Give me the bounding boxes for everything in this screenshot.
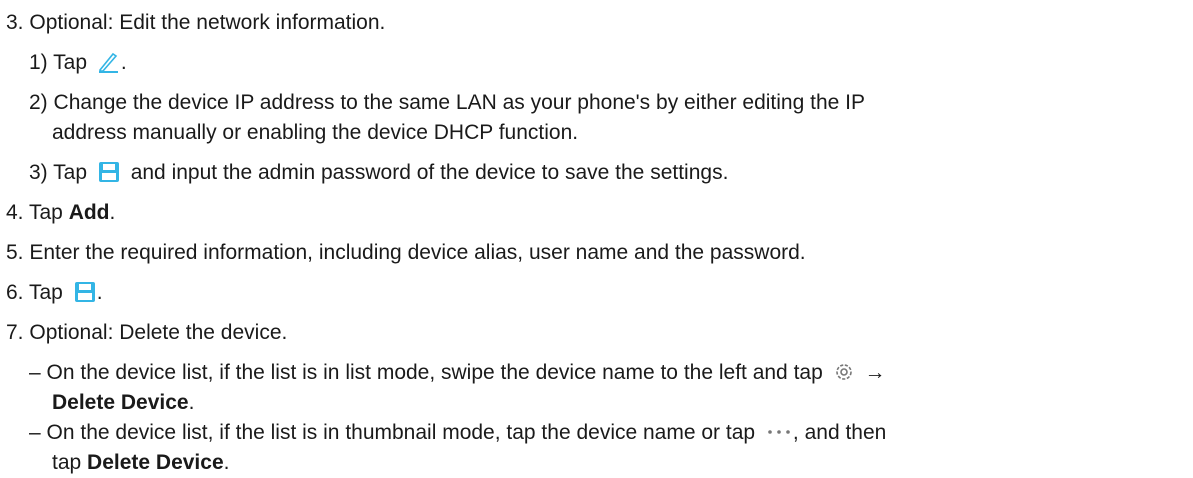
step-7: 7. Optional: Delete the device. [6,319,287,347]
step-text: Tap [28,281,63,304]
save-floppy-icon [73,281,97,311]
delete-device-label: Delete Device [52,391,189,414]
substep-3-3: 3) Tap and input the admin password of t… [29,159,728,187]
step-6: 6. Tap . [6,279,103,307]
substep-text-after: and input the admin password of the devi… [130,161,729,184]
substep-3-1: 1) Tap . [29,49,127,77]
substep-text-line-2: address manually or enabling the device … [52,121,579,144]
add-label: Add [68,201,110,224]
step-text: Enter the required information, includin… [29,241,806,264]
bullet-dash: – [29,421,41,444]
step-5: 5. Enter the required information, inclu… [6,239,806,267]
substep-text: Tap [53,51,88,74]
punct: . [120,51,127,74]
step-text: Optional: Edit the network information. [29,11,386,34]
bullet-text: tap [52,451,82,474]
step-number: 3. [6,11,24,34]
bullet-text: On the device list, if the list is in th… [46,421,756,444]
punct: . [109,201,116,224]
substep-text-line-1: Change the device IP address to the same… [53,91,865,114]
substep-3-2-continued: address manually or enabling the device … [52,119,578,147]
step-number: 4. [6,201,24,224]
punct: . [223,451,230,474]
substep-number: 1) [29,51,48,74]
bullet-thumbnail-mode-continued: tap Delete Device. [52,449,229,477]
bullet-list-mode: – On the device list, if the list is in … [29,359,885,387]
arrow: → [864,361,886,384]
bullet-text: On the device list, if the list is in li… [46,361,823,384]
step-text: Optional: Delete the device. [29,321,288,344]
edit-pencil-icon [97,51,121,81]
bullet-list-mode-continued: Delete Device. [52,389,194,417]
delete-device-label: Delete Device [87,451,224,474]
step-number: 6. [6,281,24,304]
punct: . [188,391,195,414]
substep-number: 2) [29,91,48,114]
save-floppy-icon [97,161,121,191]
substep-3-2: 2) Change the device IP address to the s… [29,89,865,117]
substep-number: 3) [29,161,48,184]
step-number: 7. [6,321,24,344]
substep-text: Tap [53,161,88,184]
gear-icon [833,361,855,391]
bullet-dash: – [29,361,41,384]
step-number: 5. [6,241,24,264]
step-text: Tap [28,201,63,224]
punct: . [96,281,103,304]
step-3: 3. Optional: Edit the network informatio… [6,9,385,37]
bullet-thumbnail-mode: – On the device list, if the list is in … [29,419,886,447]
more-dots-icon [765,421,793,451]
step-4: 4. Tap Add. [6,199,115,227]
instruction-document: 3. Optional: Edit the network informatio… [0,0,1193,478]
bullet-text-after: , and then [792,421,887,444]
